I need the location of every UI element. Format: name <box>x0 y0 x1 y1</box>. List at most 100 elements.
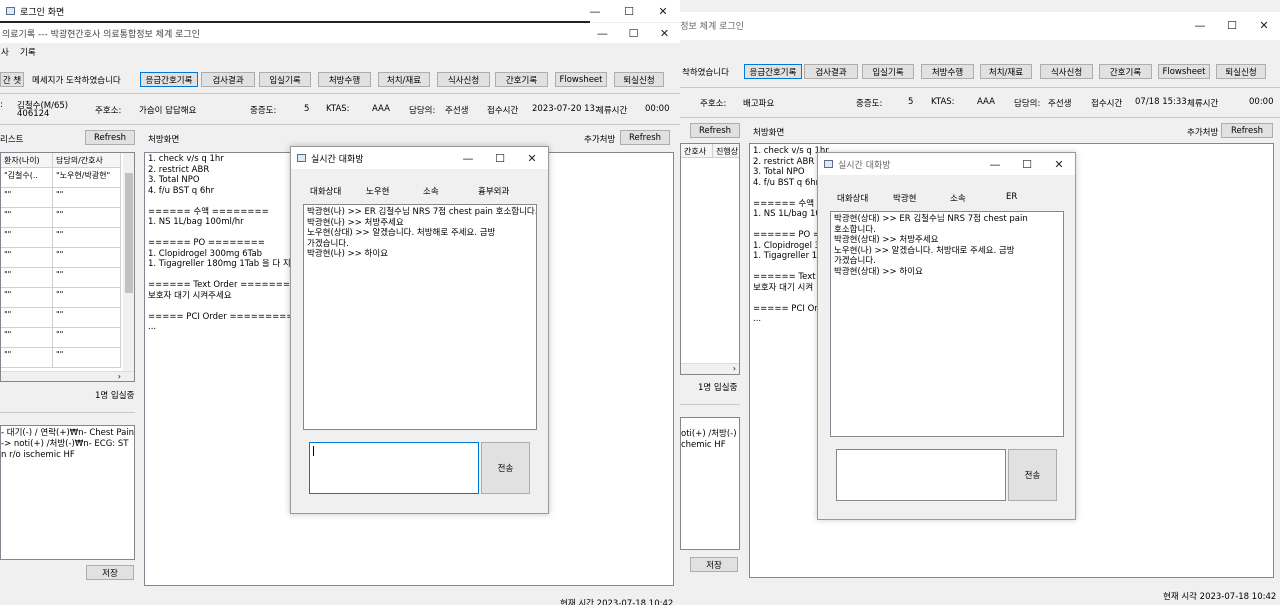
menu-item[interactable]: 기록 <box>20 46 36 58</box>
scroll-thumb[interactable] <box>125 173 133 293</box>
table-cell[interactable]: "" <box>1 248 53 268</box>
ktas-label: KTAS: <box>326 104 350 114</box>
patient-grid[interactable]: 환자(나이) 담당의/간호사 › "김철수(.. "노우현/박광현" "" "" "" "… <box>0 152 135 382</box>
toolbar-button[interactable]: 검사결과 <box>201 72 255 87</box>
chat2-partner-name: 박광현 <box>893 194 917 204</box>
list-refresh-button[interactable]: Refresh <box>85 130 135 145</box>
table-cell[interactable]: "" <box>53 328 121 348</box>
right-orders-refresh-button[interactable]: Refresh <box>1221 123 1273 138</box>
table-cell[interactable]: "" <box>53 228 121 248</box>
grid-vertical-scrollbar[interactable] <box>123 153 134 371</box>
login-window-title: 로그인 화면 <box>20 7 65 18</box>
right-window-title: 의료기록 --- 박광현간호사 의료통합정보 체계 로그인 <box>680 21 744 32</box>
right-toolbar-button[interactable]: 간호기록 <box>1099 64 1152 79</box>
chat2-dept-value: ER <box>1006 192 1018 202</box>
table-cell[interactable]: "" <box>1 328 53 348</box>
toolbar-button[interactable]: 처방수행 <box>318 72 371 87</box>
table-cell[interactable]: "" <box>1 348 53 368</box>
message-notice: 메세지가 도착하였습니다 <box>32 76 121 86</box>
close-button[interactable]: ✕ <box>1043 153 1075 175</box>
right-ktas-label: KTAS: <box>931 97 955 107</box>
table-cell[interactable]: "노우현/박광현" <box>53 168 121 188</box>
chief-value: 가슴이 답답해요 <box>139 106 197 116</box>
orders-title: 처방화면 <box>148 135 180 145</box>
right-toolbar-button[interactable]: 처방수행 <box>921 64 974 79</box>
right-orders-title: 처방화면 <box>753 128 785 138</box>
right-save-button[interactable]: 저장 <box>690 557 738 572</box>
table-cell[interactable]: "" <box>53 248 121 268</box>
right-severity-label: 중증도: <box>856 99 883 109</box>
maximize-button[interactable]: ☐ <box>484 147 516 169</box>
toolbar-button[interactable]: 간호기록 <box>495 72 548 87</box>
toolbar-button[interactable]: 처치/재료 <box>378 72 430 87</box>
table-cell[interactable]: "" <box>53 268 121 288</box>
chat1-input[interactable] <box>309 442 479 494</box>
chat1-messages[interactable]: 박광현(나) >> ER 김철수님 NRS 7점 chest pain 호소합니… <box>303 204 537 430</box>
right-toolbar-button[interactable]: Flowsheet <box>1158 64 1210 79</box>
right-toolbar-button[interactable]: 퇴실신청 <box>1216 64 1266 79</box>
minimize-button[interactable]: — <box>452 147 484 169</box>
grid-horizontal-scrollbar[interactable]: › <box>1 371 134 381</box>
table-cell[interactable]: "" <box>1 268 53 288</box>
close-button[interactable]: ✕ <box>649 23 680 43</box>
chevron-right-icon[interactable]: › <box>118 372 121 381</box>
right-list-refresh-button[interactable]: Refresh <box>690 123 740 138</box>
table-cell[interactable]: "" <box>53 308 121 328</box>
maximize-button[interactable]: ☐ <box>618 23 649 43</box>
minimize-button[interactable]: — <box>578 0 612 22</box>
minimize-button[interactable]: — <box>587 23 618 43</box>
right-toolbar-button[interactable]: 검사결과 <box>804 64 858 79</box>
right-admitted-count: 1명 입실중 <box>698 383 738 393</box>
chat-message: 박광현(상대) >> ER 김철수님 NRS 7점 chest pain <box>834 214 1028 224</box>
right-toolbar-button[interactable]: 식사신청 <box>1040 64 1093 79</box>
table-cell[interactable]: "" <box>53 348 121 368</box>
right-toolbar-button[interactable]: 입실기록 <box>862 64 914 79</box>
chat2-send-button[interactable]: 전송 <box>1008 449 1057 501</box>
toolbar-button[interactable]: 식사신청 <box>437 72 490 87</box>
table-cell[interactable]: "김철수(.. <box>1 168 53 188</box>
table-cell[interactable]: "" <box>1 208 53 228</box>
right-grid-scroll-right-icon[interactable]: › <box>681 363 739 374</box>
chat-window-2: 실시간 대화방 — ☐ ✕ 대화상대 박광현 소속 ER 박광현(상대) >> … <box>817 152 1076 520</box>
chat1-dept-value: 흉부외과 <box>478 187 510 197</box>
chat2-input[interactable] <box>836 449 1006 501</box>
close-button[interactable]: ✕ <box>646 0 680 22</box>
close-button[interactable]: ✕ <box>1248 12 1280 38</box>
memo-box[interactable]: - 대기(-) / 연락(+)₩n- Chest Pain -> noti(+)… <box>0 425 135 560</box>
right-patient-grid[interactable]: 간호사 진행상 › <box>680 143 740 375</box>
toolbar-button[interactable]: 퇴실신청 <box>614 72 664 87</box>
chat2-messages[interactable]: 박광현(상대) >> ER 김철수님 NRS 7점 chest pain 호소합니… <box>830 211 1064 437</box>
right-toolbar-button[interactable]: 처치/재료 <box>980 64 1032 79</box>
close-button[interactable]: ✕ <box>516 147 548 169</box>
minimize-button[interactable]: — <box>979 153 1011 175</box>
maximize-button[interactable]: ☐ <box>1011 153 1043 175</box>
table-cell[interactable]: "" <box>53 288 121 308</box>
save-button[interactable]: 저장 <box>86 565 134 580</box>
minimize-button[interactable]: — <box>1184 12 1216 38</box>
app-icon <box>6 7 15 15</box>
toolbar-button[interactable]: 입실기록 <box>259 72 311 87</box>
memo-line: - 대기(-) / 연락(+)₩n- Chest Pain <box>1 428 135 438</box>
chat-message: 노우현(나) >> 알겠습니다. 처방대로 주세요. 금방 <box>834 245 1015 256</box>
maximize-button[interactable]: ☐ <box>612 0 646 22</box>
maximize-button[interactable]: ☐ <box>1216 12 1248 38</box>
right-toolbar-button[interactable]: 응급간호기록 <box>744 64 802 79</box>
table-cell[interactable]: "" <box>1 308 53 328</box>
table-cell[interactable]: "" <box>1 228 53 248</box>
table-cell[interactable]: "" <box>1 288 53 308</box>
chat2-title: 실시간 대화방 <box>838 160 891 171</box>
right-grid-header: 간호사 <box>681 144 713 158</box>
menu-item[interactable]: 사 <box>1 46 9 58</box>
chat1-dept-label: 소속 <box>423 187 439 197</box>
severity-label: 중증도: <box>250 106 277 116</box>
orders-refresh-button[interactable]: Refresh <box>620 130 670 145</box>
table-cell[interactable]: "" <box>1 188 53 208</box>
chat-button[interactable]: 간 챗 <box>0 72 24 87</box>
table-cell[interactable]: "" <box>53 208 121 228</box>
right-memo-box[interactable]: oti(+) /처방(-) chemic HF <box>680 417 740 550</box>
toolbar-button[interactable]: Flowsheet <box>555 72 607 87</box>
grid-header: 환자(나이) <box>1 153 53 168</box>
chat1-send-button[interactable]: 전송 <box>481 442 530 494</box>
toolbar-button[interactable]: 응급간호기록 <box>140 72 198 87</box>
table-cell[interactable]: "" <box>53 188 121 208</box>
